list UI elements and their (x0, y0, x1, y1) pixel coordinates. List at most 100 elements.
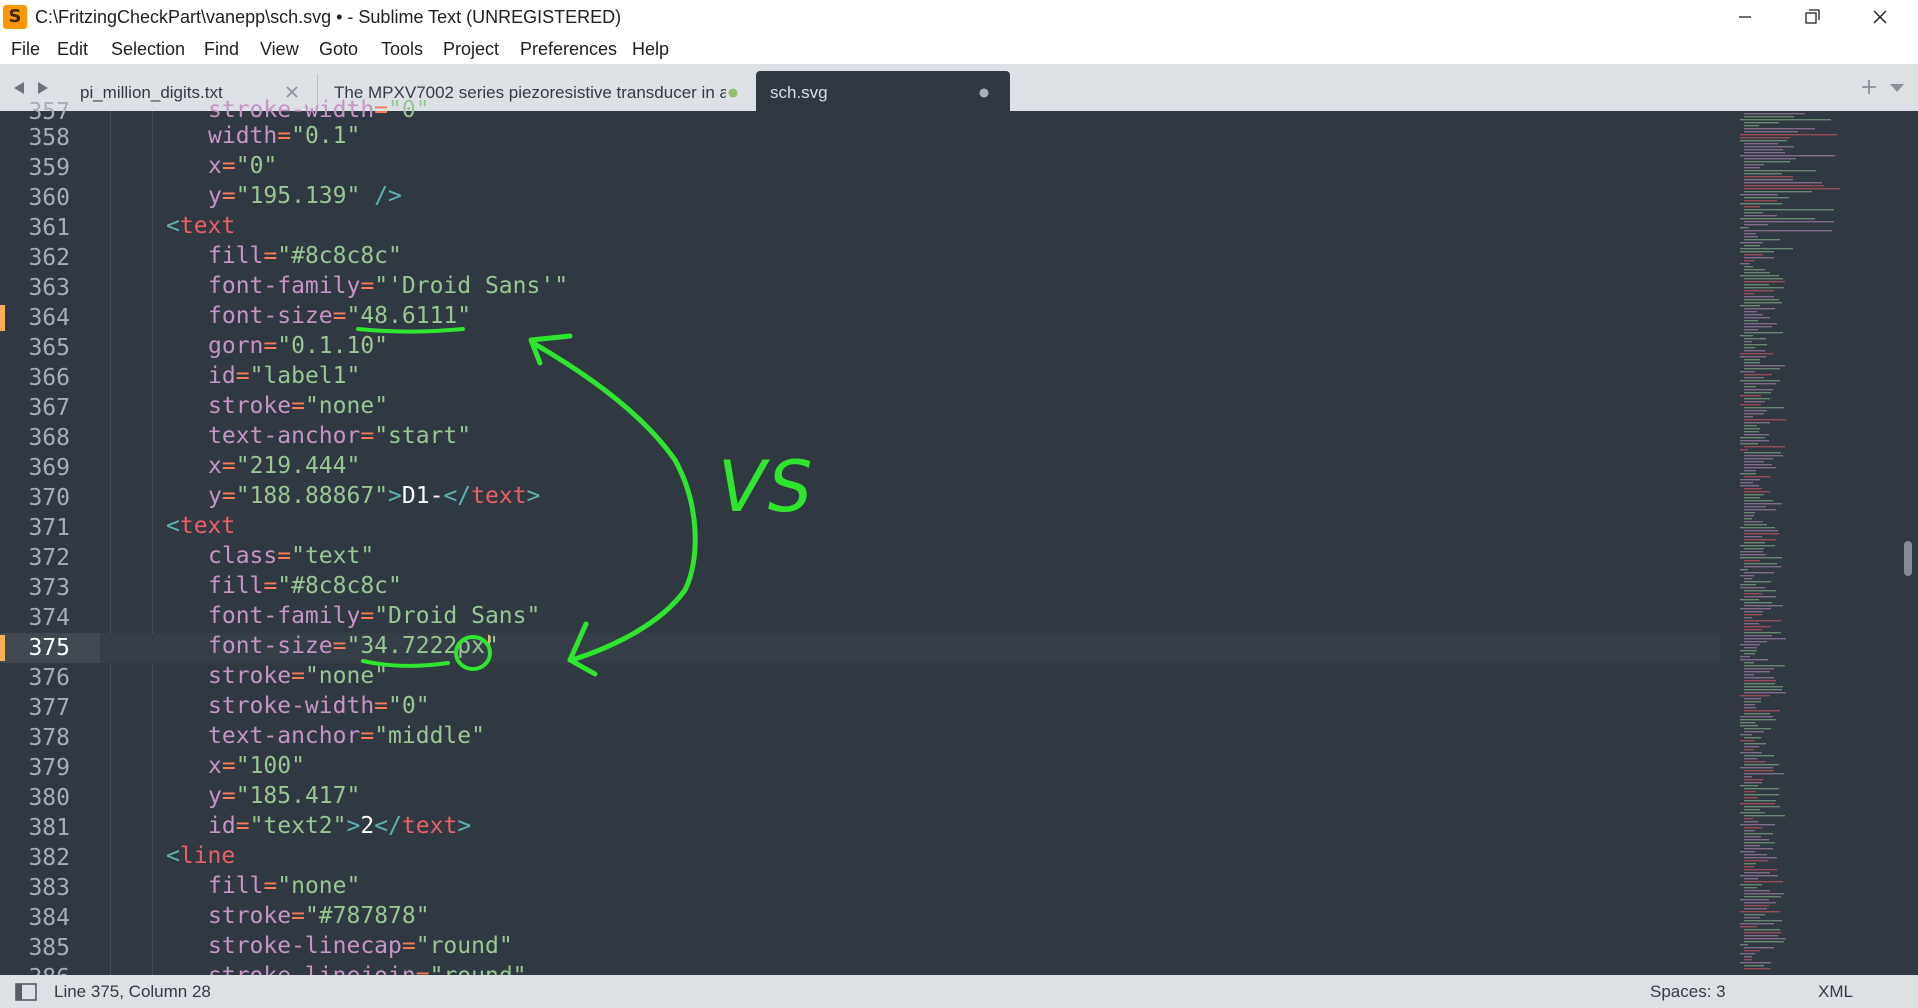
token-eq: = (235, 363, 250, 389)
menu-edit[interactable]: Edit (57, 39, 88, 60)
minimap-line (1744, 146, 1794, 148)
unsaved-dot-icon[interactable] (978, 87, 990, 99)
code-line[interactable]: x="0" (208, 153, 277, 183)
line-number: 366 (28, 365, 70, 391)
line-number: 362 (28, 245, 70, 271)
menu-file[interactable]: File (11, 39, 40, 60)
code-view[interactable]: stroke-width="0" width="0.1" x="0" y="195.1… (100, 97, 1720, 989)
new-tab-icon[interactable] (1860, 78, 1878, 96)
token-eq: = (360, 273, 375, 299)
code-line[interactable]: y="185.417" (208, 783, 360, 813)
minimap-line (1744, 143, 1778, 145)
menu-selection[interactable]: Selection (111, 39, 185, 60)
minimap-line (1744, 731, 1764, 733)
vertical-scrollbar-thumb[interactable] (1904, 541, 1912, 576)
code-line[interactable]: id="text2">2</text> (208, 813, 471, 843)
code-line[interactable]: class="text" (208, 543, 374, 573)
tab-sch-svg[interactable]: sch.svg (756, 71, 1010, 111)
code-line[interactable]: font-size="48.6111" (208, 303, 471, 333)
menu-tools[interactable]: Tools (381, 39, 423, 60)
minimap-line (1744, 746, 1759, 748)
minimap-line (1740, 335, 1753, 337)
unsaved-dot-icon[interactable] (727, 87, 739, 99)
token-attr: stroke (208, 903, 292, 929)
code-line[interactable]: text-anchor="middle" (208, 723, 485, 753)
code-line[interactable]: <text (166, 513, 235, 543)
minimap-line (1740, 599, 1759, 601)
minimap[interactable] (1740, 111, 1860, 975)
sidebar-toggle-icon[interactable] (15, 983, 37, 1001)
code-line[interactable]: fill="#8c8c8c" (208, 243, 402, 273)
minimap-line (1744, 896, 1781, 898)
menu-view[interactable]: View (260, 39, 299, 60)
code-line[interactable]: stroke="#787878" (208, 903, 430, 933)
editor-area[interactable]: 357 358 359 360 361 362 363 364 365 366 367 368 369 3… (0, 97, 1918, 991)
code-line[interactable]: stroke="none" (208, 393, 388, 423)
code-line[interactable]: y="188.88867">D1-</text> (208, 483, 540, 513)
sublime-app-icon: S (3, 5, 27, 29)
code-line[interactable]: stroke-linecap="round" (208, 933, 513, 963)
close-window-button[interactable] (1846, 0, 1914, 34)
minimap-line (1744, 392, 1771, 394)
minimap-line (1744, 641, 1767, 643)
menu-help[interactable]: Help (632, 39, 669, 60)
tab-list-chevron-icon[interactable] (1888, 82, 1906, 94)
code-line[interactable]: text-anchor="start" (208, 423, 471, 453)
token-attr: font-size (208, 303, 333, 329)
token-str: "0.1.10" (277, 333, 389, 359)
token-str: "188.88867" (235, 483, 389, 509)
minimap-line (1740, 380, 1780, 382)
minimap-line (1744, 800, 1776, 802)
minimap-line (1744, 374, 1772, 376)
menu-project[interactable]: Project (443, 39, 499, 60)
minimap-line (1744, 452, 1781, 454)
minimap-line (1744, 779, 1763, 781)
minimap-line (1740, 440, 1769, 442)
token-str: "0" (235, 153, 278, 179)
minimap-line (1744, 836, 1761, 838)
token-attr: text-anchor (208, 723, 361, 749)
minimize-button[interactable] (1710, 0, 1778, 34)
minimap-line (1744, 383, 1776, 385)
menu-preferences[interactable]: Preferences (520, 39, 617, 60)
token: "0" (388, 97, 430, 123)
restore-button[interactable] (1778, 0, 1846, 34)
minimap-line (1744, 704, 1755, 706)
token-eq: = (374, 693, 389, 719)
code-line[interactable]: fill="none" (208, 873, 360, 903)
minimap-line (1744, 200, 1777, 202)
code-line[interactable]: <line (166, 843, 235, 873)
code-line[interactable]: font-family="'Droid Sans'" (208, 273, 568, 303)
code-line[interactable]: stroke-width="0" (208, 693, 430, 723)
code-line[interactable]: x="219.444" (208, 453, 360, 483)
code-line[interactable]: x="100" (208, 753, 305, 783)
minimap-line (1740, 659, 1768, 661)
minimap-line (1744, 287, 1784, 289)
minimap-line (1744, 158, 1796, 160)
code-line[interactable]: gorn="0.1.10" (208, 333, 388, 363)
code-line-current[interactable]: font-size="34.7222px" (208, 633, 499, 663)
syntax-selector[interactable]: XML (1818, 982, 1853, 1002)
token-str: "#787878" (304, 903, 430, 929)
line-number: 359 (28, 155, 70, 181)
menu-find[interactable]: Find (204, 39, 239, 60)
tab-prev-icon[interactable] (14, 82, 24, 94)
code-line[interactable]: id="label1" (208, 363, 360, 393)
token-attr: x (208, 753, 222, 779)
line-number: 364 (28, 305, 70, 331)
minimap-line (1740, 608, 1771, 610)
minimap-line (1740, 140, 1787, 142)
code-line[interactable]: <text (166, 213, 235, 243)
code-line[interactable]: stroke="none" (208, 663, 388, 693)
code-line[interactable]: font-family="Droid Sans" (208, 603, 540, 633)
menu-goto[interactable]: Goto (319, 39, 358, 60)
tab-next-icon[interactable] (38, 82, 48, 94)
code-line[interactable]: y="195.139" /> (208, 183, 402, 213)
minimap-line (1740, 803, 1775, 805)
code-line[interactable]: width="0.1" (208, 123, 360, 153)
token-attr: class (208, 543, 278, 569)
minimap-line (1740, 752, 1762, 754)
minimap-line (1744, 893, 1784, 895)
code-line[interactable]: fill="#8c8c8c" (208, 573, 402, 603)
indentation-setting[interactable]: Spaces: 3 (1650, 982, 1726, 1002)
